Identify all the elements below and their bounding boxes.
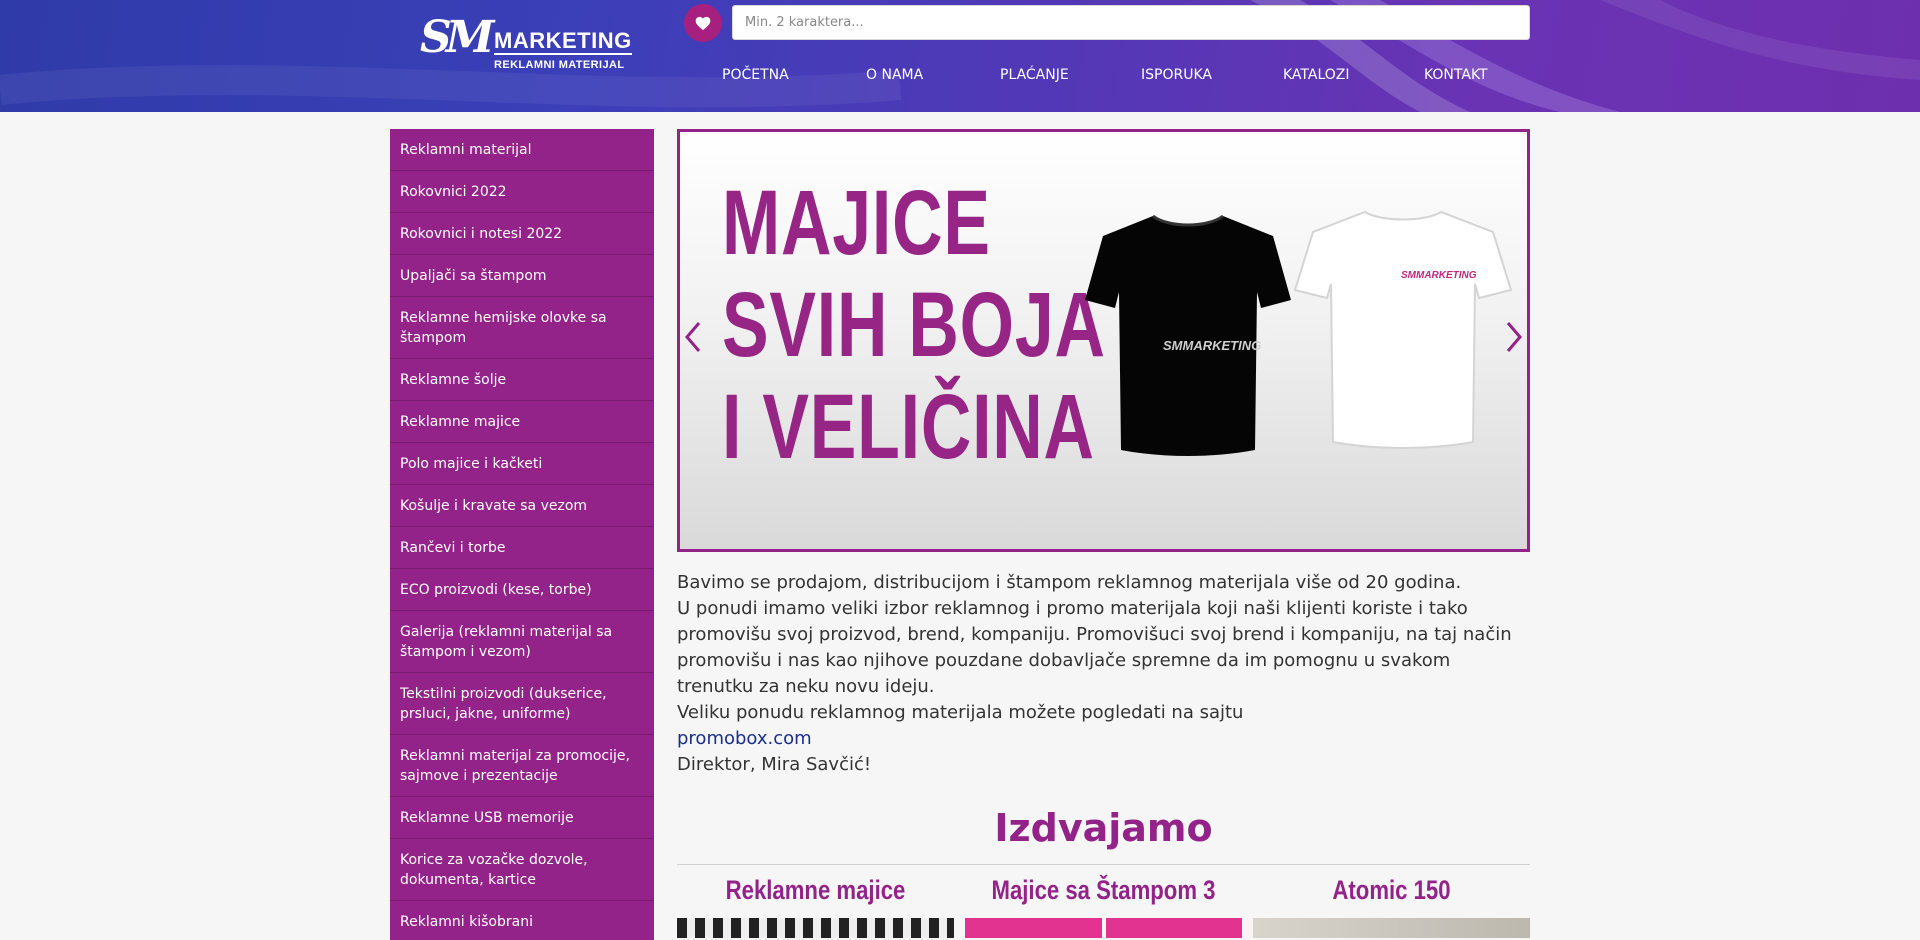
intro-text: Bavimo se prodajom, distribucijom i štam… [677,570,1530,778]
section-divider [677,864,1530,865]
sidebar-item[interactable]: Reklamni materijal [390,129,654,171]
sidebar-item[interactable]: Rokovnici 2022 [390,171,654,213]
chevron-right-icon [1506,322,1522,352]
chevron-left-icon [685,322,701,352]
hero-slider[interactable]: MAJICE SVIH BOJA I VELIČINA SMMARKETING … [677,129,1530,552]
nav-kontakt[interactable]: KONTAKT [1424,67,1488,83]
intro-paragraph: U ponudi imamo veliki izbor reklamnog i … [677,598,1512,697]
sidebar-item[interactable]: Rokovnici i notesi 2022 [390,213,654,255]
sidebar-item[interactable]: Rančevi i torbe [390,527,654,569]
intro-paragraph: Veliku ponudu reklamnog materijala možet… [677,702,1244,723]
main-navigation: POČETNA O NAMA PLAĆANJE ISPORUKA KATALOZ… [684,67,1530,91]
sidebar-item[interactable]: Korice za vozačke dozvole, dokumenta, ka… [390,839,654,901]
sidebar-item[interactable]: ECO proizvodi (kese, torbe) [390,569,654,611]
nav-katalozi[interactable]: KATALOZI [1283,67,1350,83]
product-title[interactable]: Reklamne majice [702,875,929,906]
sidebar-item[interactable]: Upaljači sa štampom [390,255,654,297]
main-content: MAJICE SVIH BOJA I VELIČINA SMMARKETING … [677,129,1530,938]
nav-pocetna[interactable]: POČETNA [722,67,789,83]
nav-placanje[interactable]: PLAĆANJE [1000,67,1069,83]
product-image[interactable] [1253,918,1530,938]
site-logo[interactable]: SM MARKETING REKLAMNI MATERIJAL [420,12,632,74]
heart-icon [695,16,711,30]
product-card[interactable]: Atomic 150 [1253,875,1530,938]
slide-headline-line: MAJICE [722,172,991,274]
logo-brand: MARKETING [494,28,632,55]
logo-monogram: SM [420,12,495,63]
wishlist-button[interactable] [684,4,722,42]
featured-products: Reklamne majice Majice sa Štampom 3 Atom… [677,875,1530,938]
sidebar-item[interactable]: Polo majice i kačketi [390,443,654,485]
sidebar-item[interactable]: Tekstilni proizvodi (dukserice, prsluci,… [390,673,654,735]
product-title[interactable]: Majice sa Štampom 3 [990,875,1217,906]
sidebar-item[interactable]: Reklamne hemijske olovke sa štampom [390,297,654,359]
search-input[interactable] [732,5,1530,40]
sidebar-item[interactable]: Reklamne šolje [390,359,654,401]
sidebar-item[interactable]: Košulje i kravate sa vezom [390,485,654,527]
product-image[interactable] [965,918,1102,938]
nav-isporuka[interactable]: ISPORUKA [1141,67,1212,83]
sidebar-item[interactable]: Reklamne USB memorije [390,797,654,839]
slide-headline-line: SVIH BOJA [722,274,1106,376]
intro-paragraph: Bavimo se prodajom, distribucijom i štam… [677,572,1462,593]
product-card[interactable]: Reklamne majice [677,875,954,938]
featured-section-title: Izdvajamo [994,806,1213,850]
sidebar-item[interactable]: Reklamne majice [390,401,654,443]
shirt-print-logo: SMMARKETING [1163,338,1261,353]
slide-headline-line: I VELIČINA [722,376,1095,478]
slider-next-button[interactable] [1499,317,1527,357]
slider-prev-button[interactable] [680,317,708,357]
product-card[interactable]: Majice sa Štampom 3 [965,875,1242,938]
white-tshirt-image: SMMARKETING [1293,210,1513,449]
sidebar-item[interactable]: Reklamni kišobrani [390,901,654,940]
category-sidebar: Reklamni materijal Rokovnici 2022 Rokovn… [390,129,654,940]
nav-o-nama[interactable]: O NAMA [866,67,923,83]
logo-tagline: REKLAMNI MATERIJAL [494,59,625,71]
sidebar-item[interactable]: Reklamni materijal za promocije, sajmove… [390,735,654,797]
product-image[interactable] [1105,918,1242,938]
product-image[interactable] [677,918,954,938]
promobox-link[interactable]: promobox.com [677,728,812,749]
black-tshirt-image: SMMARKETING [1085,214,1291,456]
site-header: SM MARKETING REKLAMNI MATERIJAL POČETNA … [0,0,1920,112]
slide-headline: MAJICE SVIH BOJA I VELIČINA [722,172,1106,478]
director-signature: Direktor, Mira Savčić! [677,754,872,775]
sidebar-item[interactable]: Galerija (reklamni materijal sa štampom … [390,611,654,673]
shirt-print-logo: SMMARKETING [1401,270,1477,281]
product-title[interactable]: Atomic 150 [1278,875,1505,906]
